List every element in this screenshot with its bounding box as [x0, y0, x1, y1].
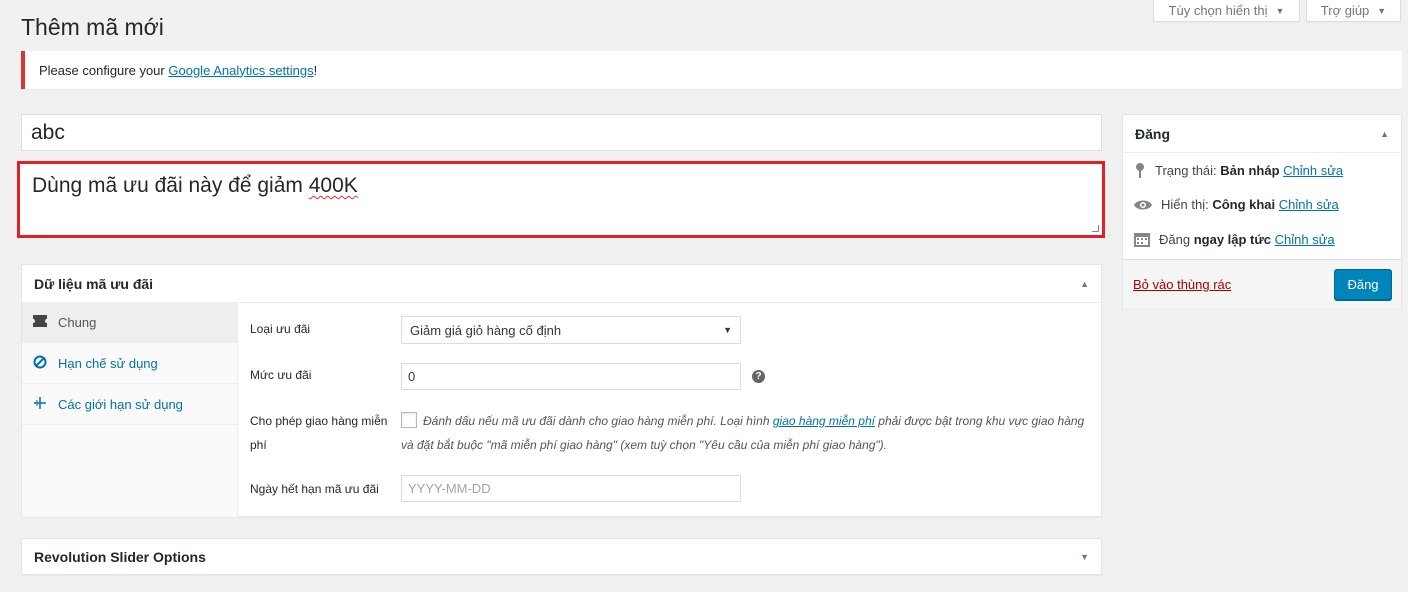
expiry-date-placeholder: YYYY-MM-DD	[408, 481, 491, 496]
status-label: Trạng thái:	[1155, 162, 1221, 178]
edit-schedule-link[interactable]: Chỉnh sửa	[1275, 232, 1335, 247]
analytics-notice: Please configure your Google Analytics s…	[21, 51, 1402, 89]
coupon-data-title: Dữ liệu mã ưu đãi	[34, 275, 154, 292]
caret-down-icon: ▼	[1377, 5, 1387, 16]
schedule-label: Đăng	[1159, 231, 1194, 247]
status-value: Bản nháp	[1220, 162, 1280, 178]
visibility-label: Hiển thị:	[1161, 197, 1213, 212]
status-row: Trạng thái: Bản nháp Chỉnh sửa	[1133, 162, 1343, 178]
calendar-icon	[1134, 233, 1150, 247]
discount-type-label: Loại ưu đãi	[250, 322, 311, 336]
edit-status-link[interactable]: Chỉnh sửa	[1283, 163, 1343, 178]
discount-type-select[interactable]: Giảm giá giỏ hàng cố định ▼	[401, 316, 741, 344]
publish-box: Đăng ▲ Trạng thái: Bản nháp Chỉnh sửa Hi…	[1122, 114, 1402, 309]
schedule-row: Đăng ngay lập tức Chỉnh sửa	[1133, 231, 1335, 247]
coupon-description-textarea[interactable]: Dùng mã ưu đãi này để giảm 400K	[17, 161, 1105, 238]
tab-usage-restriction-label: Hạn chế sử dụng	[58, 355, 158, 371]
caret-down-icon: ▼	[1275, 5, 1285, 16]
eye-icon	[1134, 200, 1152, 209]
help-label: Trợ giúp	[1320, 3, 1370, 18]
screen-options-label: Tùy chọn hiển thị	[1168, 3, 1268, 18]
resize-handle[interactable]	[1092, 225, 1099, 232]
notice-suffix: !	[313, 62, 318, 78]
notice-prefix: Please configure your	[39, 62, 165, 78]
free-shipping-label: Cho phép giao hàng miễn phí	[250, 414, 388, 452]
free-shipping-description: Đánh dấu nếu mã ưu đãi dành cho giao hàn…	[401, 409, 1091, 457]
screen-options-button[interactable]: Tùy chọn hiển thị ▼	[1153, 0, 1300, 22]
revolution-slider-header[interactable]: Revolution Slider Options ▼	[22, 539, 1101, 574]
description-text-end: 400K	[308, 174, 358, 197]
expand-down-icon[interactable]: ▼	[1080, 552, 1089, 562]
publish-button[interactable]: Đăng	[1334, 269, 1392, 300]
tab-usage-limits[interactable]: Các giới hạn sử dụng	[22, 384, 237, 425]
tab-general[interactable]: Chung	[22, 302, 237, 343]
coupon-data-tabs: Chung Hạn chế sử dụng Các giới hạn sử dụ…	[22, 302, 238, 517]
analytics-settings-link[interactable]: Google Analytics settings	[168, 63, 313, 78]
discount-type-value: Giảm giá giỏ hàng cố định	[410, 322, 562, 338]
schedule-value: ngay lập tức	[1193, 231, 1272, 247]
visibility-value: Công khai	[1212, 197, 1276, 212]
expiry-date-label: Ngày hết hạn mã ưu đãi	[250, 482, 379, 496]
help-tip-icon[interactable]: ?	[752, 370, 765, 383]
amount-label: Mức ưu đãi	[250, 368, 312, 382]
pin-icon	[1136, 163, 1144, 178]
expiry-date-input[interactable]: YYYY-MM-DD	[401, 475, 741, 502]
tab-usage-limits-label: Các giới hạn sử dụng	[58, 396, 183, 412]
tab-usage-restriction[interactable]: Hạn chế sử dụng	[22, 343, 237, 384]
publish-header[interactable]: Đăng ▲	[1123, 115, 1401, 153]
edit-visibility-link[interactable]: Chỉnh sửa	[1279, 197, 1339, 212]
description-text: Dùng mã ưu đãi này để giảm	[32, 174, 309, 197]
coupon-data-box: Dữ liệu mã ưu đãi ▲ Chung Hạn chế sử dụn…	[21, 264, 1102, 517]
blocked-icon	[32, 355, 48, 372]
free-shipping-link[interactable]: giao hàng miễn phí	[773, 414, 875, 428]
publish-title: Đăng	[1135, 125, 1170, 142]
help-button[interactable]: Trợ giúp ▼	[1306, 0, 1401, 22]
dropdown-arrow-icon: ▼	[723, 325, 732, 335]
visibility-row: Hiển thị: Công khai Chỉnh sửa	[1133, 197, 1339, 212]
ticket-icon	[32, 314, 48, 330]
tab-general-label: Chung	[58, 314, 97, 330]
limit-icon	[32, 396, 48, 413]
collapse-up-icon[interactable]: ▲	[1380, 129, 1389, 139]
coupon-data-header[interactable]: Dữ liệu mã ưu đãi ▲	[22, 265, 1101, 303]
revolution-slider-title: Revolution Slider Options	[34, 548, 206, 565]
amount-input[interactable]: 0	[401, 363, 741, 390]
collapse-up-icon[interactable]: ▲	[1080, 279, 1089, 289]
page-title: Thêm mã mới	[21, 14, 164, 40]
coupon-code-input[interactable]: abc	[21, 114, 1102, 151]
move-to-trash-link[interactable]: Bỏ vào thùng rác	[1133, 277, 1231, 292]
free-shipping-desc-part1: Đánh dấu nếu mã ưu đãi dành cho giao hàn…	[423, 414, 773, 428]
revolution-slider-box: Revolution Slider Options ▼	[21, 538, 1102, 575]
